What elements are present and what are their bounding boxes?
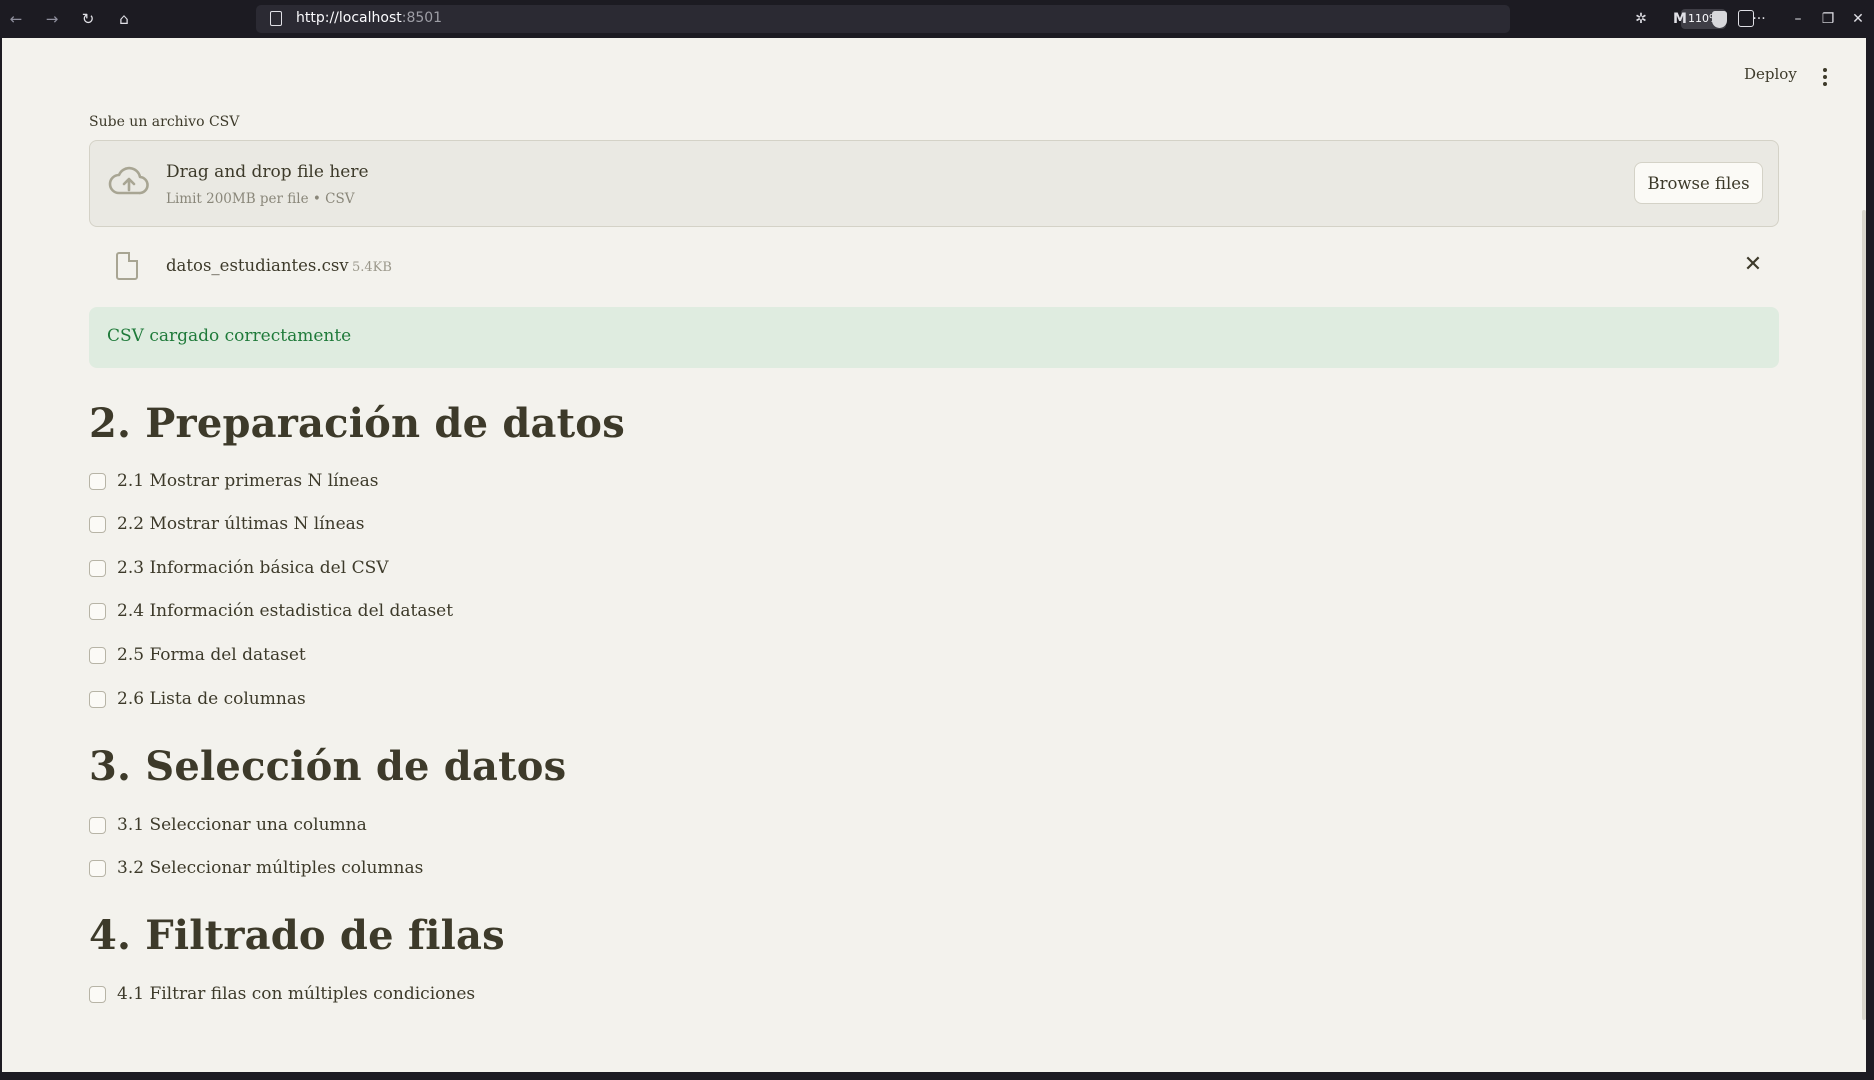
checkbox-label: 2.4 Información estadistica del dataset bbox=[117, 601, 454, 621]
success-text: CSV cargado correctamente bbox=[107, 326, 352, 346]
checkbox-label: 2.6 Lista de columnas bbox=[117, 689, 306, 709]
page-icon bbox=[270, 11, 282, 26]
checkbox-row[interactable]: 2.6 Lista de columnas bbox=[89, 686, 306, 712]
file-name: datos_estudiantes.csv bbox=[166, 256, 349, 275]
file-size: 5.4KB bbox=[352, 260, 392, 275]
browser-toolbar: ← → ↻ ⌂ http://localhost:8501 110% ✲ M ·… bbox=[0, 0, 1874, 38]
back-icon[interactable]: ← bbox=[4, 7, 28, 31]
checkbox-label: 4.1 Filtrar filas con múltiples condicio… bbox=[117, 984, 476, 1004]
shield-icon[interactable] bbox=[1709, 9, 1729, 29]
checkbox[interactable] bbox=[89, 602, 106, 620]
close-icon[interactable]: ✕ bbox=[1739, 251, 1767, 279]
checkbox[interactable] bbox=[89, 816, 106, 834]
checkbox-row[interactable]: 2.5 Forma del dataset bbox=[89, 642, 306, 668]
uploader-label: Sube un archivo CSV bbox=[89, 114, 240, 130]
home-icon[interactable]: ⌂ bbox=[112, 7, 136, 31]
checkbox-row[interactable]: 2.4 Información estadistica del dataset bbox=[89, 598, 453, 624]
minimize-icon[interactable]: – bbox=[1788, 9, 1808, 29]
more-icon[interactable]: ··· bbox=[1749, 9, 1769, 29]
checkbox-row[interactable]: 2.2 Mostrar últimas N líneas bbox=[89, 511, 365, 537]
url-text[interactable]: http://localhost:8501 bbox=[296, 10, 442, 26]
cloud-upload-icon bbox=[108, 166, 149, 195]
checkbox[interactable] bbox=[89, 690, 106, 708]
deploy-button[interactable]: Deploy bbox=[1744, 65, 1797, 83]
checkbox-label: 2.3 Información básica del CSV bbox=[117, 558, 389, 578]
checkbox[interactable] bbox=[89, 559, 106, 577]
checkbox-row[interactable]: 4.1 Filtrar filas con múltiples condicio… bbox=[89, 981, 475, 1007]
m-icon[interactable]: M bbox=[1670, 9, 1690, 29]
section-heading: 3. Selección de datos bbox=[89, 743, 567, 790]
checkbox-label: 3.2 Seleccionar múltiples columnas bbox=[117, 858, 424, 878]
checkbox[interactable] bbox=[89, 859, 106, 877]
main-menu-icon[interactable] bbox=[1822, 68, 1828, 86]
app-page: Deploy Sube un archivo CSV Drag and drop… bbox=[2, 38, 1866, 1072]
checkbox[interactable] bbox=[89, 985, 106, 1003]
file-dropzone[interactable]: Drag and drop file here Limit 200MB per … bbox=[89, 140, 1779, 227]
url-bar[interactable]: http://localhost:8501 110% bbox=[256, 5, 1754, 33]
file-icon bbox=[116, 252, 138, 280]
success-alert: CSV cargado correctamente bbox=[89, 307, 1779, 368]
forward-icon[interactable]: → bbox=[40, 7, 64, 31]
scrollbar[interactable] bbox=[1862, 210, 1866, 1020]
uploaded-file-row: datos_estudiantes.csv 5.4KB ✕ bbox=[89, 242, 1779, 292]
dropzone-title: Drag and drop file here bbox=[166, 162, 369, 182]
checkbox-label: 3.1 Seleccionar una columna bbox=[117, 815, 367, 835]
checkbox-label: 2.5 Forma del dataset bbox=[117, 645, 306, 665]
checkbox[interactable] bbox=[89, 646, 106, 664]
extension-icon[interactable]: ✲ bbox=[1631, 9, 1651, 29]
checkbox-row[interactable]: 3.1 Seleccionar una columna bbox=[89, 812, 367, 838]
checkbox-row[interactable]: 2.1 Mostrar primeras N líneas bbox=[89, 468, 378, 494]
dropzone-limit: Limit 200MB per file • CSV bbox=[166, 191, 355, 207]
checkbox[interactable] bbox=[89, 515, 106, 533]
reload-icon[interactable]: ↻ bbox=[76, 7, 100, 31]
checkbox-label: 2.1 Mostrar primeras N líneas bbox=[117, 471, 379, 491]
checkbox-label: 2.2 Mostrar últimas N líneas bbox=[117, 514, 365, 534]
window-close-icon[interactable]: ✕ bbox=[1848, 9, 1868, 29]
checkbox-row[interactable]: 2.3 Información básica del CSV bbox=[89, 555, 389, 581]
section-heading: 2. Preparación de datos bbox=[89, 400, 625, 447]
section-heading: 4. Filtrado de filas bbox=[89, 912, 505, 959]
checkbox-row[interactable]: 3.2 Seleccionar múltiples columnas bbox=[89, 855, 423, 881]
browse-files-button[interactable]: Browse files bbox=[1634, 162, 1763, 204]
checkbox[interactable] bbox=[89, 472, 106, 490]
restore-icon[interactable]: ❐ bbox=[1818, 9, 1838, 29]
